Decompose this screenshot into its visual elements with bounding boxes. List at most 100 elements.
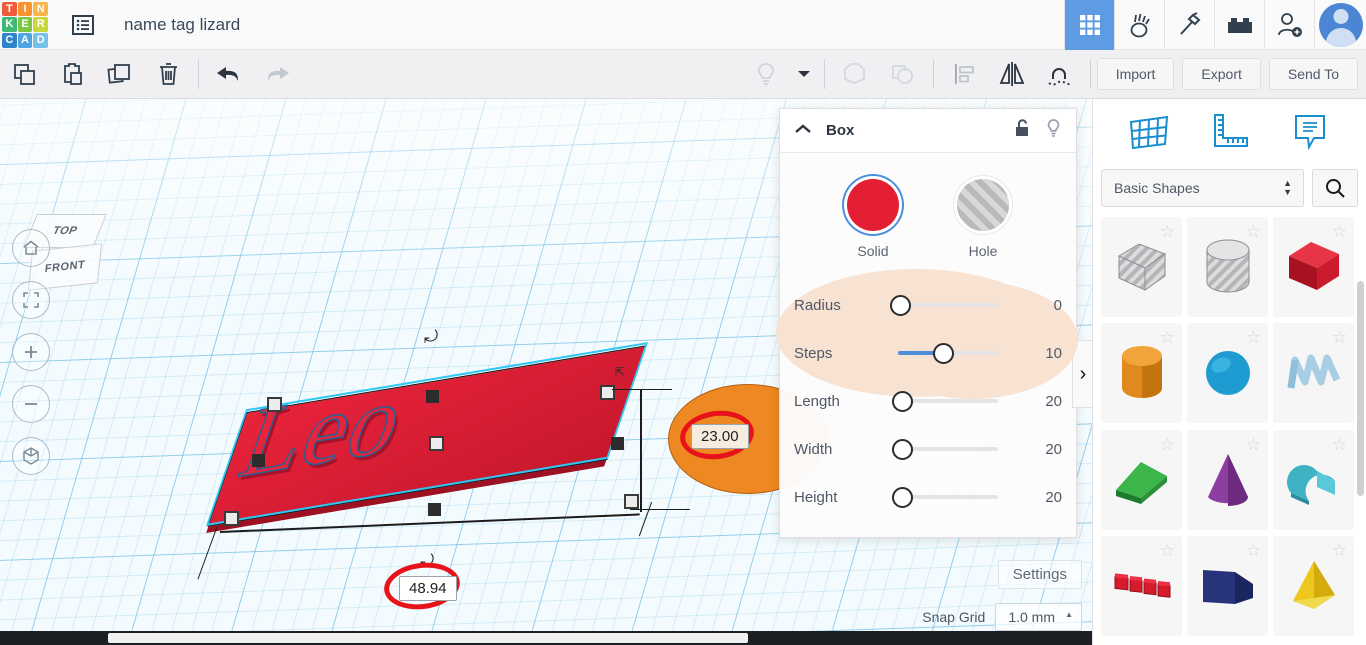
shape-scribble[interactable]: ☆ (1273, 323, 1354, 424)
shape-pyramid[interactable]: ☆ (1273, 535, 1354, 636)
add-person-icon[interactable] (1264, 0, 1314, 50)
blocks-gesture-icon[interactable] (1114, 0, 1164, 50)
workplane-icon[interactable] (1127, 112, 1171, 157)
favorite-star-icon[interactable]: ☆ (1332, 541, 1347, 561)
favorite-star-icon[interactable]: ☆ (1246, 328, 1261, 348)
favorite-star-icon[interactable]: ☆ (1246, 435, 1261, 455)
height-value[interactable]: 20 (1016, 489, 1062, 506)
ungroup-icon[interactable] (879, 51, 927, 98)
shape-box[interactable]: ☆ (1273, 217, 1354, 317)
resize-handle-tr[interactable] (600, 385, 615, 400)
chevron-down-icon[interactable] (790, 51, 818, 98)
snap-grid-select[interactable]: 1.0 mm (995, 603, 1082, 631)
favorite-star-icon[interactable]: ☆ (1160, 435, 1175, 455)
user-avatar[interactable] (1314, 0, 1366, 50)
lightbulb-icon[interactable] (1045, 118, 1062, 144)
resize-handle-br[interactable] (624, 494, 639, 509)
lightbulb-icon[interactable] (742, 51, 790, 98)
length-value[interactable]: 20 (1016, 393, 1062, 410)
redo-icon[interactable] (253, 51, 301, 98)
solid-color-swatch[interactable] (847, 179, 899, 231)
shape-roof[interactable]: ☆ (1187, 535, 1268, 636)
width-knob[interactable] (892, 438, 913, 460)
shape-cylinder-hole[interactable]: ☆ (1187, 217, 1268, 317)
favorite-star-icon[interactable]: ☆ (1246, 541, 1261, 561)
favorite-star-icon[interactable]: ☆ (1332, 435, 1347, 455)
duplicate-icon[interactable] (96, 51, 144, 98)
length-knob[interactable] (892, 390, 913, 412)
copy-icon[interactable] (0, 51, 48, 98)
undo-icon[interactable] (205, 51, 253, 98)
shape-library-grid[interactable]: ☆ ☆ ☆ ☆ ☆ ☆ ☆ ☆ ☆ ☆ ☆ ☆ (1093, 217, 1366, 637)
note-icon[interactable] (1288, 112, 1332, 157)
send-to-button[interactable]: Send To (1268, 58, 1358, 90)
edge-handle-top[interactable] (426, 390, 439, 403)
steps-knob[interactable] (933, 342, 954, 364)
settings-button[interactable]: Settings (997, 560, 1082, 589)
radius-slider[interactable] (890, 294, 1016, 316)
paste-icon[interactable] (48, 51, 96, 98)
unlock-icon[interactable] (1013, 118, 1031, 143)
shape-text[interactable]: ☆ (1101, 535, 1182, 636)
document-list-icon[interactable] (66, 8, 100, 42)
lego-brick-icon[interactable] (1214, 0, 1264, 50)
shape-box-hole[interactable]: ☆ (1101, 217, 1182, 317)
width-value[interactable]: 20 (1016, 441, 1062, 458)
resize-handle-center[interactable] (429, 436, 444, 451)
steps-slider[interactable] (890, 342, 1016, 364)
gallery-grid-icon[interactable] (1064, 0, 1114, 50)
favorite-star-icon[interactable]: ☆ (1246, 222, 1261, 242)
sidebar-scrollbar-thumb[interactable] (1357, 281, 1364, 496)
favorite-star-icon[interactable]: ☆ (1332, 222, 1347, 242)
height-handle[interactable]: ⇱ (615, 365, 625, 379)
length-slider[interactable] (890, 390, 1016, 412)
shape-sphere[interactable]: ☆ (1187, 323, 1268, 424)
chevron-up-icon[interactable] (794, 122, 812, 140)
group-icon[interactable] (831, 51, 879, 98)
edge-handle-left[interactable] (252, 454, 265, 467)
snap-magnet-icon[interactable] (1036, 51, 1084, 98)
zoom-in-icon[interactable] (12, 333, 50, 371)
align-icon[interactable] (940, 51, 988, 98)
search-icon[interactable] (1312, 169, 1358, 207)
home-view-icon[interactable] (12, 229, 50, 267)
delete-icon[interactable] (144, 51, 192, 98)
edge-handle-right[interactable] (611, 437, 624, 450)
zoom-out-icon[interactable] (12, 385, 50, 423)
shape-half-cylinder[interactable]: ☆ (1273, 429, 1354, 530)
height-slider[interactable] (890, 486, 1016, 508)
ruler-icon[interactable] (1207, 112, 1251, 157)
resize-handle-tl[interactable] (267, 397, 282, 412)
favorite-star-icon[interactable]: ☆ (1160, 222, 1175, 242)
width-slider[interactable] (890, 438, 1016, 460)
shape-wedge[interactable]: ☆ (1101, 429, 1182, 530)
mirror-icon[interactable] (988, 51, 1036, 98)
radius-value[interactable]: 0 (1016, 297, 1062, 314)
favorite-star-icon[interactable]: ☆ (1160, 541, 1175, 561)
height-knob[interactable] (892, 486, 913, 508)
fit-to-view-icon[interactable] (12, 281, 50, 319)
tinkercad-logo[interactable]: TIN KER CAD (2, 1, 48, 48)
hole-mode-option[interactable]: Hole (957, 179, 1009, 259)
hammer-icon[interactable] (1164, 0, 1214, 50)
hole-swatch[interactable] (957, 179, 1009, 231)
import-button[interactable]: Import (1096, 58, 1175, 90)
solid-mode-option[interactable]: Solid (847, 179, 899, 259)
length-callout[interactable]: 48.94 (399, 576, 457, 601)
width-callout[interactable]: 23.00 (691, 424, 749, 449)
edge-handle-bottom[interactable] (428, 503, 441, 516)
rotate-handle-top[interactable]: ⤾ (424, 327, 438, 347)
shape-category-select[interactable]: Basic Shapes ▲ ▼ (1101, 169, 1304, 207)
radius-knob[interactable] (890, 294, 911, 316)
ortho-perspective-icon[interactable] (12, 437, 50, 475)
shape-cylinder[interactable]: ☆ (1101, 323, 1182, 424)
resize-handle-bl[interactable] (224, 511, 239, 526)
favorite-star-icon[interactable]: ☆ (1160, 328, 1175, 348)
scrollbar-thumb[interactable] (108, 633, 748, 643)
viewport-horizontal-scrollbar[interactable] (0, 631, 1092, 645)
favorite-star-icon[interactable]: ☆ (1332, 328, 1347, 348)
shape-cone[interactable]: ☆ (1187, 429, 1268, 530)
document-title[interactable]: name tag lizard (124, 15, 240, 35)
steps-value[interactable]: 10 (1016, 345, 1062, 362)
export-button[interactable]: Export (1182, 58, 1261, 90)
